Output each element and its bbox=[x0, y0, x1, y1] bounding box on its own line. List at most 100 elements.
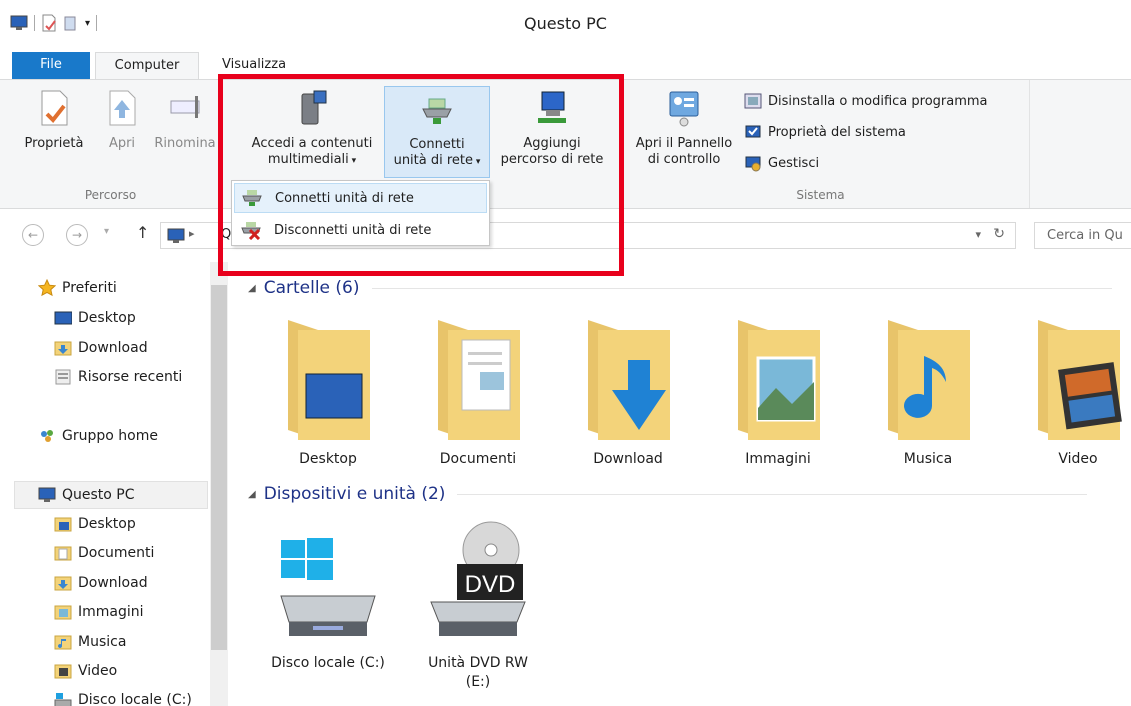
search-input[interactable]: Cerca in Qu bbox=[1034, 222, 1131, 249]
control-panel-label-1: Apri il Pannello bbox=[635, 136, 733, 151]
documents-folder-icon bbox=[54, 546, 72, 561]
computer-icon bbox=[167, 228, 185, 243]
system-properties-button[interactable]: Proprietà del sistema bbox=[744, 123, 906, 141]
group-percorso: Proprietà Apri Rinomina Percorso bbox=[0, 80, 222, 208]
folder-music[interactable]: Musica bbox=[860, 310, 996, 469]
sidebar-label-local-disk: Disco locale (C:) bbox=[78, 692, 192, 706]
device-dvd-drive[interactable]: DVD Unità DVD RW (E:) bbox=[410, 520, 546, 692]
map-network-drive-menu: Connetti unità di rete Disconnetti unità… bbox=[231, 180, 490, 246]
sidebar-item-favorites[interactable]: Preferiti bbox=[38, 279, 117, 297]
dvd-badge: DVD bbox=[465, 571, 516, 598]
control-panel-button[interactable]: Apri il Pannello di controllo bbox=[624, 88, 744, 168]
folder-label-pictures: Immagini bbox=[745, 451, 811, 467]
media-access-button[interactable]: Accedi a contenuti multimediali ▾ bbox=[242, 88, 382, 169]
media-access-label-1: Accedi a contenuti bbox=[251, 136, 373, 151]
add-network-location-label-1: Aggiungi bbox=[523, 136, 581, 151]
download-folder-icon bbox=[588, 320, 670, 440]
device-local-disk[interactable]: Disco locale (C:) bbox=[260, 520, 396, 673]
download-folder-icon bbox=[54, 576, 72, 591]
folder-desktop[interactable]: Desktop bbox=[260, 310, 396, 469]
folder-label-documents: Documenti bbox=[439, 451, 517, 467]
sidebar-item-this-pc[interactable]: Questo PC bbox=[38, 486, 135, 504]
collapse-icon: ◢ bbox=[248, 488, 256, 500]
device-label-local-disk: Disco locale (C:) bbox=[271, 655, 385, 671]
sidebar-label-this-pc: Questo PC bbox=[62, 487, 135, 503]
sidebar-item-recent[interactable]: Risorse recenti bbox=[54, 368, 182, 386]
sidebar-item-homegroup[interactable]: Gruppo home bbox=[38, 427, 158, 445]
rename-icon bbox=[170, 96, 200, 118]
folder-label-music: Musica bbox=[903, 451, 953, 467]
device-label-dvd-drive: Unità DVD RW (E:) bbox=[410, 654, 546, 692]
network-drive-icon bbox=[242, 190, 262, 206]
sidebar-item-desktop[interactable]: Desktop bbox=[54, 309, 136, 327]
network-location-icon bbox=[538, 91, 566, 123]
menu-item-disconnect-drive-label: Disconnetti unità di rete bbox=[274, 222, 432, 238]
collapse-icon: ◢ bbox=[248, 282, 256, 294]
documents-folder-icon bbox=[438, 320, 520, 440]
sidebar-label-pc-desktop: Desktop bbox=[78, 516, 136, 532]
music-folder-icon bbox=[888, 320, 970, 440]
sidebar-label-desktop: Desktop bbox=[78, 310, 136, 326]
sidebar-item-pc-download[interactable]: Download bbox=[54, 574, 148, 592]
forward-button[interactable]: → bbox=[66, 224, 88, 246]
chevron-down-icon: ▾ bbox=[473, 157, 481, 167]
folder-label-desktop: Desktop bbox=[299, 451, 357, 467]
folder-download[interactable]: Download bbox=[560, 310, 696, 469]
sidebar-item-documents[interactable]: Documenti bbox=[54, 544, 154, 562]
uninstall-icon bbox=[744, 93, 762, 109]
sidebar-item-pictures[interactable]: Immagini bbox=[54, 603, 144, 621]
section-devices[interactable]: ◢ Dispositivi e unità (2) bbox=[248, 484, 1128, 504]
sidebar-label-music: Musica bbox=[78, 634, 127, 650]
content-pane: ◢ Cartelle (6) Desktop Documenti Downloa… bbox=[230, 262, 1131, 706]
menu-item-map-drive[interactable]: Connetti unità di rete bbox=[234, 183, 487, 213]
dvd-drive-icon: DVD bbox=[430, 521, 526, 636]
add-network-location-label-2: percorso di rete bbox=[500, 152, 604, 167]
uninstall-program-button[interactable]: Disinstalla o modifica programma bbox=[744, 92, 988, 110]
sidebar-scroll-thumb[interactable] bbox=[211, 285, 227, 650]
drive-icon bbox=[54, 693, 72, 706]
devices-header: Dispositivi e unità (2) bbox=[263, 484, 446, 504]
sidebar-item-music[interactable]: Musica bbox=[54, 633, 126, 651]
tab-file[interactable]: File bbox=[12, 52, 90, 80]
window-title: Questo PC bbox=[524, 14, 607, 33]
properties-button[interactable]: Proprietà bbox=[20, 88, 88, 152]
map-network-drive-button[interactable]: Connetti unità di rete ▾ bbox=[384, 86, 490, 178]
back-button[interactable]: ← bbox=[22, 224, 44, 246]
folder-label-video: Video bbox=[1058, 451, 1098, 467]
group-label-sistema: Sistema bbox=[796, 188, 845, 202]
address-path: Q bbox=[221, 227, 232, 242]
menu-item-map-drive-label: Connetti unità di rete bbox=[275, 190, 414, 206]
tab-view[interactable]: Visualizza bbox=[212, 52, 296, 80]
sidebar-item-download[interactable]: Download bbox=[54, 339, 148, 357]
menu-item-disconnect-drive[interactable]: Disconnetti unità di rete bbox=[234, 215, 487, 245]
sidebar-label-documents: Documenti bbox=[78, 545, 155, 561]
open-button[interactable]: Apri bbox=[100, 88, 144, 152]
map-network-drive-label-1: Connetti bbox=[409, 137, 465, 152]
sidebar-item-video[interactable]: Video bbox=[54, 662, 117, 680]
video-folder-icon bbox=[54, 664, 72, 679]
sidebar-item-local-disk[interactable]: Disco locale (C:) bbox=[54, 691, 192, 706]
folder-pictures[interactable]: Immagini bbox=[710, 310, 846, 469]
address-dropdown-icon[interactable]: ▾ bbox=[975, 228, 981, 241]
recent-locations-icon[interactable]: ▾ bbox=[104, 226, 109, 237]
system-properties-label: Proprietà del sistema bbox=[768, 124, 906, 140]
disconnect-drive-icon bbox=[241, 222, 261, 240]
network-drive-icon bbox=[422, 98, 452, 124]
folder-video[interactable]: Video bbox=[1010, 310, 1131, 469]
up-arrow-icon[interactable]: ↑ bbox=[136, 223, 149, 242]
manage-button[interactable]: Gestisci bbox=[744, 154, 819, 172]
add-network-location-button[interactable]: Aggiungi percorso di rete bbox=[494, 88, 610, 168]
music-folder-icon bbox=[54, 635, 72, 650]
sidebar-label-pictures: Immagini bbox=[78, 604, 144, 620]
section-folders[interactable]: ◢ Cartelle (6) bbox=[248, 278, 1128, 298]
tab-computer[interactable]: Computer bbox=[95, 52, 199, 81]
desktop-folder-icon bbox=[288, 320, 370, 440]
refresh-icon[interactable]: ↻ bbox=[993, 226, 1005, 242]
open-icon bbox=[109, 90, 136, 126]
rename-button[interactable]: Rinomina bbox=[150, 88, 220, 152]
sidebar-label-recent: Risorse recenti bbox=[78, 369, 183, 385]
sidebar-item-pc-desktop[interactable]: Desktop bbox=[54, 515, 136, 533]
manage-label: Gestisci bbox=[768, 155, 820, 171]
folder-documents[interactable]: Documenti bbox=[410, 310, 546, 469]
pictures-folder-icon bbox=[738, 320, 820, 440]
